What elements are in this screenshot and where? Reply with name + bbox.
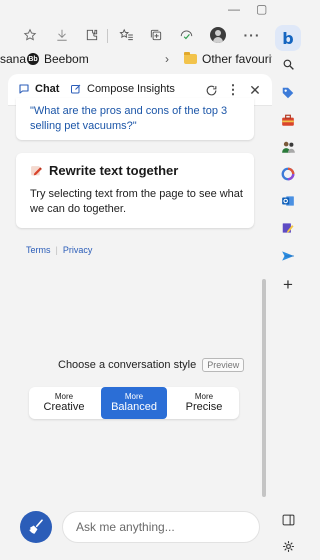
outlook-icon[interactable] bbox=[278, 191, 298, 211]
tag-icon[interactable] bbox=[278, 83, 298, 103]
style-option-balanced[interactable]: More Balanced bbox=[101, 387, 167, 419]
window-controls: — ▢ ✕ bbox=[0, 0, 304, 22]
style-option-precise[interactable]: More Precise bbox=[171, 387, 237, 419]
suggestion-card[interactable]: "What are the pros and cons of the top 3… bbox=[16, 98, 254, 140]
download-icon[interactable] bbox=[52, 25, 72, 45]
toolbar-divider bbox=[107, 29, 108, 43]
link-separator: | bbox=[55, 245, 58, 255]
settings-icon[interactable] bbox=[278, 536, 298, 556]
star-icon[interactable] bbox=[20, 25, 40, 45]
split-screen-icon[interactable] bbox=[278, 510, 298, 530]
tab-insights[interactable]: Insights bbox=[137, 83, 175, 95]
add-icon[interactable]: + bbox=[278, 275, 298, 295]
suggestion-text: "What are the pros and cons of the top 3… bbox=[30, 105, 228, 132]
bing-copilot-icon[interactable]: b bbox=[275, 25, 301, 51]
refresh-icon[interactable] bbox=[202, 81, 220, 99]
favorites-icon[interactable] bbox=[116, 25, 136, 45]
new-topic-button[interactable] bbox=[20, 511, 52, 543]
rewrite-card: Rewrite text together Try selecting text… bbox=[16, 153, 254, 228]
favorite-item-sana[interactable]: sana bbox=[0, 52, 26, 66]
performance-icon[interactable] bbox=[176, 25, 196, 45]
people-icon[interactable] bbox=[278, 137, 298, 157]
chevron-right-icon[interactable]: › bbox=[165, 52, 169, 66]
edge-sidebar: b + bbox=[272, 0, 304, 560]
preview-badge: Preview bbox=[202, 358, 245, 372]
rewrite-card-body: Try selecting text from the page to see … bbox=[30, 188, 243, 215]
privacy-link[interactable]: Privacy bbox=[63, 245, 93, 255]
rewrite-card-title: Rewrite text together bbox=[30, 163, 178, 178]
copilot-panel: Chat Compose Insights ⋮ ✕ "What are the … bbox=[8, 74, 272, 560]
chat-icon bbox=[19, 84, 29, 94]
terms-link[interactable]: Terms bbox=[26, 245, 51, 255]
profile-avatar[interactable] bbox=[208, 25, 228, 45]
restore-button[interactable]: ▢ bbox=[256, 2, 267, 16]
compose-icon bbox=[71, 84, 81, 94]
extensions-icon[interactable] bbox=[82, 25, 102, 45]
collections-icon[interactable] bbox=[146, 25, 166, 45]
browser-toolbar: ··· bbox=[0, 22, 272, 48]
send-icon[interactable] bbox=[278, 246, 298, 266]
search-icon[interactable] bbox=[278, 54, 298, 74]
beebom-icon: Bb bbox=[27, 53, 39, 65]
footer-links: Terms | Privacy bbox=[26, 245, 92, 255]
pencil-note-icon bbox=[31, 166, 42, 176]
favorite-item-beebom[interactable]: Bb Beebom bbox=[27, 52, 89, 66]
broom-icon bbox=[29, 519, 43, 534]
more-icon[interactable]: ··· bbox=[242, 25, 262, 45]
toolbox-icon[interactable] bbox=[278, 110, 298, 130]
minimize-button[interactable]: — bbox=[228, 2, 240, 16]
pen-icon[interactable] bbox=[278, 218, 298, 238]
conversation-style-header: Choose a conversation style Preview bbox=[58, 358, 245, 372]
tab-chat[interactable]: Chat bbox=[18, 83, 60, 103]
favorites-bar: sana Bb Beebom › Other favourites bbox=[0, 48, 287, 70]
ask-input[interactable]: Ask me anything... bbox=[62, 511, 260, 543]
kebab-icon[interactable]: ⋮ bbox=[224, 81, 242, 99]
tab-compose[interactable]: Compose bbox=[70, 83, 134, 95]
folder-icon bbox=[184, 52, 197, 64]
office-icon[interactable] bbox=[278, 164, 298, 184]
scrollbar-thumb[interactable] bbox=[262, 279, 266, 497]
conversation-style-toggle: More Creative More Balanced More Precise bbox=[29, 387, 239, 419]
conversation-style-label: Choose a conversation style bbox=[58, 359, 197, 371]
style-option-creative[interactable]: More Creative bbox=[31, 387, 97, 419]
close-icon[interactable]: ✕ bbox=[246, 81, 264, 99]
